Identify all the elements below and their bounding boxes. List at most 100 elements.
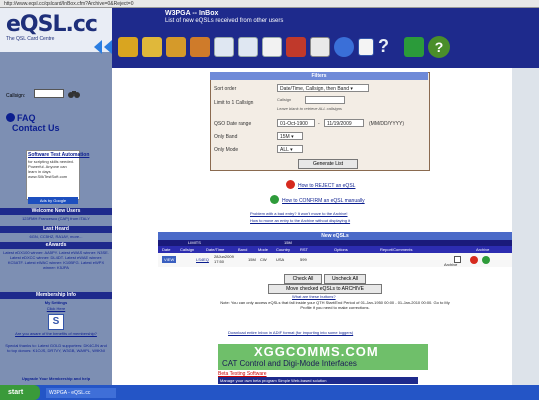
generate-list-button[interactable]: Generate List bbox=[298, 159, 358, 169]
col-header: Band bbox=[238, 247, 248, 252]
row-confirm-icon[interactable] bbox=[482, 256, 490, 264]
limit-callsign-caption: Callsign bbox=[277, 97, 292, 102]
last-heard-header: Last Heard bbox=[0, 226, 112, 233]
back-arrows-icon[interactable] bbox=[92, 38, 114, 56]
check-all-button[interactable]: Check All bbox=[284, 274, 322, 284]
limits-band: 15M bbox=[284, 240, 292, 245]
contact-us-link[interactable]: Contact Us bbox=[12, 123, 60, 133]
table-row: VIEW LS4EQ 28Jun2009 17:50 15M CW USA 59… bbox=[158, 253, 512, 267]
qth-period-note: Note: You can only access eQSLs that fal… bbox=[220, 300, 450, 310]
date-format-hint: (MM/DD/YYYY) bbox=[369, 121, 404, 127]
col-header: Country bbox=[276, 247, 291, 252]
reject-help-link[interactable]: How to REJECT an eQSL bbox=[298, 183, 355, 189]
mail-icon[interactable] bbox=[286, 37, 306, 57]
profile-icon[interactable] bbox=[310, 37, 330, 57]
table-column-headers: Date Callsign Date/Time Band Mode Countr… bbox=[158, 246, 512, 253]
col-header: Date bbox=[162, 247, 171, 252]
limit-callsign-input[interactable] bbox=[305, 96, 345, 104]
date-range-label: QSO Date range bbox=[214, 121, 252, 127]
row-archive-label: Archive bbox=[444, 262, 458, 267]
logo-text: eQSL.cc bbox=[6, 12, 98, 37]
col-header: Options bbox=[334, 247, 348, 252]
exit-door-icon[interactable] bbox=[404, 37, 424, 57]
confirm-help-link[interactable]: How to CONFIRM an eQSL manually bbox=[282, 198, 365, 204]
last-heard-text[interactable]: 6GN, CC5HZ, RA1AY, more... bbox=[3, 234, 109, 239]
row-callsign[interactable]: LS4EQ bbox=[196, 257, 209, 262]
subscribe-icon[interactable] bbox=[358, 38, 374, 56]
callsign-label: Callsign: bbox=[6, 93, 26, 99]
page-subtitle: List of new eQSLs received from other us… bbox=[165, 18, 284, 24]
limits-label: LIMITS bbox=[188, 240, 201, 245]
upload-icon[interactable] bbox=[238, 37, 258, 57]
callsign-search-input[interactable] bbox=[34, 89, 64, 98]
limit-callsign-label: Limit to 1 Callsign bbox=[214, 100, 254, 106]
filters-title: Filters bbox=[210, 72, 428, 80]
globe-icon[interactable] bbox=[334, 37, 354, 57]
row-rst: 599 bbox=[300, 257, 307, 262]
edit-pencil-icon[interactable] bbox=[262, 37, 282, 57]
binoculars-icon[interactable] bbox=[67, 86, 81, 98]
ad-banner-title: XGGCOMMS.COM bbox=[254, 344, 379, 359]
bad-entry-link[interactable]: Problem with a bad entry? It won't move … bbox=[250, 211, 347, 216]
archive-folder-icon[interactable] bbox=[142, 37, 162, 57]
logo-subtitle: The QSL Card Centre bbox=[6, 36, 55, 42]
col-header: Callsign bbox=[180, 247, 195, 252]
help-question-icon[interactable]: ? bbox=[378, 36, 400, 58]
row-mode: CW bbox=[260, 257, 267, 262]
new-eqsls-header: New eQSLs bbox=[158, 232, 512, 240]
my-settings-link[interactable]: Click Here bbox=[3, 306, 109, 311]
eawards-header: eAwards bbox=[0, 242, 112, 249]
start-button[interactable]: start bbox=[0, 385, 40, 400]
sort-order-label: Sort order bbox=[214, 86, 237, 92]
reject-x-icon bbox=[286, 180, 295, 189]
sort-order-select[interactable]: Date/Time, Callsign, then Band ▾ bbox=[277, 84, 369, 92]
date-to-input[interactable]: 11/19/2009 bbox=[324, 119, 364, 127]
download-adif-link[interactable]: Download entire Inbox in ADIF format (fo… bbox=[228, 330, 353, 335]
ad-text: for scripting skills needed. Powerful. A… bbox=[28, 159, 75, 179]
my-settings-label: My Settings bbox=[44, 300, 68, 305]
move-archive-help-link[interactable]: How to move an entry to the Archive with… bbox=[250, 218, 350, 223]
view-button[interactable]: VIEW bbox=[162, 256, 177, 263]
membership-benefits-link[interactable]: Are you aware of the benefits of members… bbox=[3, 331, 109, 336]
address-bar[interactable]: http://www.eqsl.cc/qslcard/InBox.cfm?Arc… bbox=[0, 0, 539, 8]
row-reject-icon[interactable] bbox=[470, 256, 478, 264]
faq-bullet-icon bbox=[6, 113, 15, 122]
confirm-check-icon bbox=[270, 195, 279, 204]
rejected-folder-icon[interactable] bbox=[190, 37, 210, 57]
inbox-folder-icon[interactable] bbox=[118, 37, 138, 57]
date-from-input[interactable]: 01-Oct-1900 bbox=[277, 119, 315, 127]
move-to-archive-button[interactable]: Move checked eQSLs to ARCHIVE bbox=[268, 284, 382, 294]
band-select[interactable]: 15M ▾ bbox=[277, 132, 303, 140]
welcome-text: 123FMH Francesco (CAP) from ITALY bbox=[22, 216, 90, 221]
info-question-icon[interactable]: ? bbox=[428, 36, 450, 58]
col-header: Archive bbox=[476, 247, 490, 252]
outbox-folder-icon[interactable] bbox=[166, 37, 186, 57]
limit-callsign-hint: Leave blank to retrieve ALL callsigns bbox=[277, 106, 342, 111]
upgrade-membership-link[interactable]: Upgrade Your Membership and help bbox=[3, 376, 109, 381]
what-buttons-link[interactable]: What are these buttons? bbox=[292, 294, 336, 299]
membership-header: Membership Info bbox=[0, 292, 112, 299]
special-thanks: Special thanks to: Latest GOLD supporter… bbox=[5, 343, 107, 353]
mode-select[interactable]: ALL ▾ bbox=[277, 145, 303, 153]
beta-testing-text: Manage your own beta program Simple Web-… bbox=[218, 377, 418, 384]
eawards-text: Latest eDX100 winner: AA5PY. Latest eWAS… bbox=[3, 250, 109, 270]
welcome-header: Welcome New Users bbox=[0, 208, 112, 215]
row-country: USA bbox=[276, 257, 285, 262]
taskbar-window-item[interactable]: W3PGA - eQSL.cc bbox=[46, 388, 116, 398]
ad-title[interactable]: Software Test Automation bbox=[28, 152, 89, 158]
only-band-label: Only Band bbox=[214, 134, 238, 140]
compose-icon[interactable] bbox=[214, 37, 234, 57]
page-title: W3PGA -- InBox bbox=[165, 10, 219, 17]
faq-link[interactable]: FAQ bbox=[17, 113, 36, 123]
uncheck-all-button[interactable]: Uncheck All bbox=[324, 274, 366, 284]
date-separator: - bbox=[318, 121, 320, 127]
col-header: RST bbox=[300, 247, 308, 252]
col-header: Mode bbox=[258, 247, 269, 252]
col-header: Date/Time bbox=[206, 247, 225, 252]
only-mode-label: Only Mode bbox=[214, 147, 239, 153]
membership-badge-icon[interactable]: S bbox=[48, 314, 64, 330]
row-datetime: 28Jun2009 17:50 bbox=[214, 254, 234, 264]
row-band: 15M bbox=[248, 257, 256, 262]
ads-by-google[interactable]: Ads by Google bbox=[28, 197, 78, 204]
col-header: Report/Comments bbox=[380, 247, 413, 252]
